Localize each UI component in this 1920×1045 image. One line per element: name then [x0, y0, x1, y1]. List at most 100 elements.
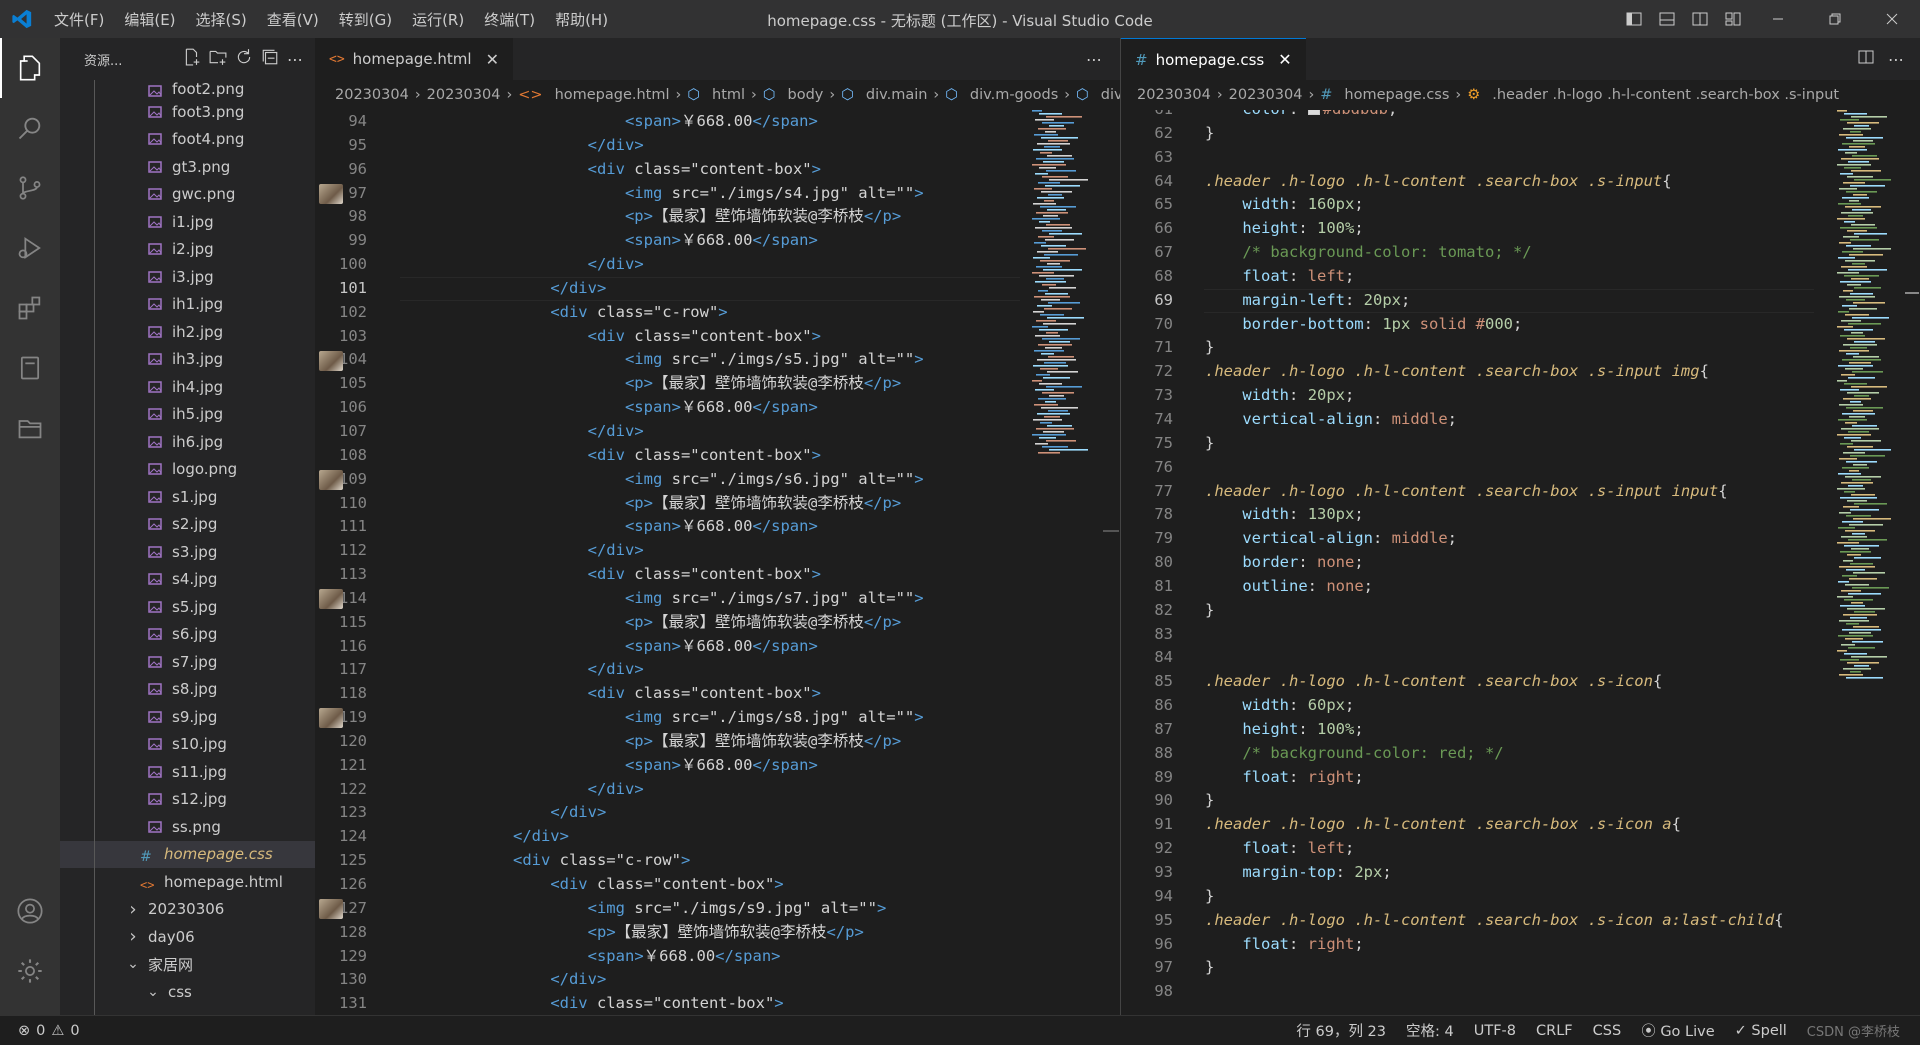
file-name: i3.jpg — [172, 267, 214, 286]
file-item[interactable]: s11.jpg — [60, 758, 315, 786]
right-code-editor[interactable]: 6162 63 64 65 66 67 68 69 70 71 72 73 74 75 76 77 78 79 80… — [1121, 110, 1920, 1015]
file-item[interactable]: gwc.png — [60, 181, 315, 209]
search-icon[interactable] — [0, 98, 60, 158]
folder-item[interactable]: › 20230306 — [60, 896, 315, 924]
broadcast-icon: ⦿ — [1641, 1024, 1661, 1040]
breadcrumb-item[interactable]: .header .h-logo .h-l-content .search-box… — [1492, 87, 1839, 103]
more-actions-icon[interactable]: ⋯ — [287, 50, 303, 69]
menu-item[interactable]: 查看(V) — [257, 9, 329, 30]
file-item[interactable]: s4.jpg — [60, 566, 315, 594]
file-item[interactable]: ss.png — [60, 813, 315, 841]
indentation[interactable]: 空格: 4 — [1406, 1020, 1454, 1041]
language-mode[interactable]: CSS — [1593, 1023, 1622, 1039]
file-item[interactable]: s3.jpg — [60, 538, 315, 566]
file-item[interactable]: foot4.png — [60, 126, 315, 154]
folder-item[interactable]: › day06 — [60, 923, 315, 951]
minimap[interactable] — [1833, 110, 1903, 1015]
breadcrumb-item[interactable]: 20230304 — [335, 87, 409, 103]
file-item[interactable]: s10.jpg — [60, 731, 315, 759]
file-item[interactable]: s2.jpg — [60, 511, 315, 539]
file-item[interactable]: ih2.jpg — [60, 318, 315, 346]
file-item[interactable]: i3.jpg — [60, 263, 315, 291]
close-tab-icon[interactable]: ✕ — [486, 50, 499, 69]
breadcrumb-item[interactable]: div.main — [866, 87, 928, 103]
more-actions-icon[interactable]: ⋯ — [1086, 50, 1102, 69]
breadcrumb-item[interactable]: body — [788, 87, 824, 103]
tab-homepage-html[interactable]: <> homepage.html ✕ — [315, 38, 513, 80]
breadcrumb-item[interactable]: 20230304 — [1229, 87, 1303, 103]
close-window-button[interactable] — [1863, 0, 1920, 38]
file-item[interactable]: s12.jpg — [60, 786, 315, 814]
menu-item[interactable]: 终端(T) — [474, 9, 545, 30]
minimize-button[interactable] — [1749, 0, 1806, 38]
line-number: 101 — [339, 278, 367, 297]
file-item[interactable]: ih4.jpg — [60, 373, 315, 401]
left-code-editor[interactable]: 94 95 96 97 98 99 100 101 102 103 104 105 106 107 108 1… — [315, 110, 1120, 1015]
new-file-icon[interactable] — [183, 48, 201, 70]
spell-check-button[interactable]: ✓ Spell — [1735, 1023, 1787, 1039]
more-actions-icon[interactable]: ⋯ — [1888, 50, 1904, 69]
go-live-button[interactable]: ⦿ Go Live — [1641, 1020, 1714, 1041]
folder-item[interactable]: ⌄ 家居网 — [60, 951, 315, 979]
breadcrumb-item[interactable]: div. — [1101, 87, 1120, 103]
problems-indicator[interactable]: ⊗ 0 ⚠ 0 — [0, 1023, 80, 1039]
split-editor-icon[interactable] — [1858, 49, 1874, 69]
file-item[interactable]: s9.jpg — [60, 703, 315, 731]
breadcrumb-item[interactable]: homepage.html — [555, 87, 670, 103]
run-debug-icon[interactable] — [0, 218, 60, 278]
file-item[interactable]: ih6.jpg — [60, 428, 315, 456]
collapse-all-icon[interactable] — [261, 48, 279, 70]
remote-explorer-icon[interactable] — [0, 338, 60, 398]
refresh-icon[interactable] — [235, 48, 253, 70]
folder-item[interactable]: ⌄ css — [60, 978, 315, 1006]
settings-gear-icon[interactable] — [0, 941, 60, 1001]
breadcrumb-item[interactable]: homepage.css — [1344, 87, 1449, 103]
menu-item[interactable]: 选择(S) — [186, 9, 257, 30]
file-item[interactable]: ih3.jpg — [60, 346, 315, 374]
cursor-position[interactable]: 行 69，列 23 — [1296, 1020, 1386, 1041]
minimap[interactable] — [1028, 110, 1118, 1015]
project-manager-icon[interactable] — [0, 398, 60, 458]
menu-item[interactable]: 编辑(E) — [114, 9, 185, 30]
tab-homepage-css[interactable]: # homepage.css ✕ — [1121, 38, 1306, 80]
breadcrumb-item[interactable]: div.m-goods — [970, 87, 1058, 103]
file-item[interactable]: i1.jpg — [60, 208, 315, 236]
file-item[interactable]: s5.jpg — [60, 593, 315, 621]
breadcrumb-item[interactable]: 20230304 — [1137, 87, 1211, 103]
file-item[interactable]: # homepage.css — [60, 840, 315, 868]
toggle-panel-icon[interactable] — [1650, 0, 1683, 38]
breadcrumb-separator-icon: › — [1455, 87, 1462, 103]
new-folder-icon[interactable] — [209, 48, 227, 70]
breadcrumb-item[interactable]: html — [712, 87, 745, 103]
customize-layout-icon[interactable] — [1716, 0, 1749, 38]
file-item[interactable]: s8.jpg — [60, 676, 315, 704]
file-item[interactable]: gt3.png — [60, 153, 315, 181]
file-item[interactable]: i2.jpg — [60, 236, 315, 264]
menu-item[interactable]: 文件(F) — [44, 9, 114, 30]
close-tab-icon[interactable]: ✕ — [1278, 50, 1291, 69]
file-item[interactable]: foot3.png — [60, 98, 315, 126]
toggle-primary-sidebar-icon[interactable] — [1617, 0, 1650, 38]
explorer-icon[interactable] — [0, 38, 60, 98]
toggle-secondary-sidebar-icon[interactable] — [1683, 0, 1716, 38]
line-ending[interactable]: CRLF — [1536, 1023, 1573, 1039]
file-item[interactable]: foot2.png — [60, 80, 315, 98]
file-item[interactable]: <> homepage.html — [60, 868, 315, 896]
code-line: vertical-align: middle; — [1242, 529, 1457, 548]
file-item[interactable]: ih5.jpg — [60, 401, 315, 429]
extensions-icon[interactable] — [0, 278, 60, 338]
file-item[interactable]: s6.jpg — [60, 621, 315, 649]
restore-button[interactable] — [1806, 0, 1863, 38]
menu-item[interactable]: 转到(G) — [329, 9, 402, 30]
line-number: 125 — [339, 851, 367, 870]
source-control-icon[interactable] — [0, 158, 60, 218]
file-item[interactable]: s1.jpg — [60, 483, 315, 511]
file-item[interactable]: ih1.jpg — [60, 291, 315, 319]
file-item[interactable]: s7.jpg — [60, 648, 315, 676]
account-icon[interactable] — [0, 881, 60, 941]
file-item[interactable]: logo.png — [60, 456, 315, 484]
encoding[interactable]: UTF-8 — [1474, 1023, 1516, 1039]
menu-item[interactable]: 运行(R) — [402, 9, 474, 30]
menu-item[interactable]: 帮助(H) — [545, 9, 618, 30]
breadcrumb-item[interactable]: 20230304 — [427, 87, 501, 103]
